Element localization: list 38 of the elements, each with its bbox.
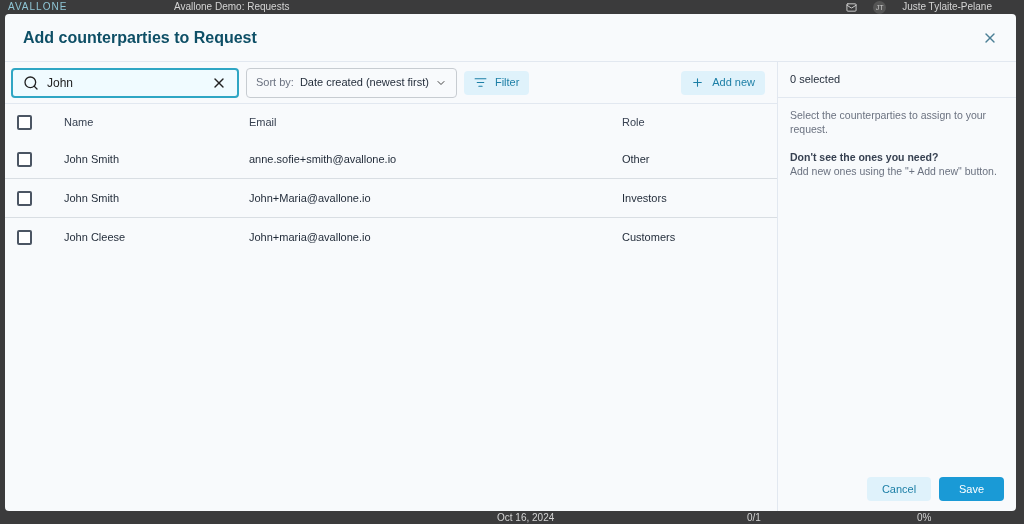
filter-icon <box>473 76 487 89</box>
page-title: Avallone Demo: Requests <box>174 2 291 12</box>
date-text: Oct 16, 2024 <box>497 512 556 523</box>
table-cell-text: John+maria@avallone.io <box>249 230 372 246</box>
save-button[interactable]: Save <box>939 477 1004 501</box>
add-new-button[interactable]: Add new <box>681 70 765 95</box>
search-box[interactable]: John <box>11 67 239 98</box>
plus-icon <box>691 76 705 89</box>
help-title: Don't see the ones you need? <box>790 150 940 164</box>
filter-button[interactable]: Filter <box>463 70 530 95</box>
logo-text: AVALLONE <box>8 2 69 12</box>
hint-text: Select the counterparties to assign to your request. <box>790 108 988 136</box>
checkbox[interactable] <box>17 230 32 245</box>
progress-count: 0/1 <box>747 512 762 523</box>
checkbox[interactable] <box>17 190 32 206</box>
column-header: Name <box>64 114 95 130</box>
percent-text: 0% <box>917 512 932 523</box>
user-name: Juste Tylaite-Pelane <box>902 2 992 12</box>
table-cell-text: anne.sofie+smith@avallone.io <box>249 151 398 167</box>
table-cell-text: Customers <box>622 230 676 246</box>
search-icon <box>23 74 39 91</box>
column-header: Email <box>249 114 278 130</box>
dialog-title: Add counterparties to Request <box>23 27 257 48</box>
cancel-button[interactable]: Cancel <box>867 477 931 501</box>
help-text: Add new ones using the "+ Add new" button. <box>790 164 998 178</box>
column-header: Role <box>622 114 645 130</box>
checkbox[interactable] <box>17 114 32 130</box>
table-cell-text: John Smith <box>64 151 121 167</box>
table-cell-text: John Smith <box>64 190 121 206</box>
table-cell-text: John+Maria@avallone.io <box>249 190 372 206</box>
table-cell-text: Other <box>622 151 650 167</box>
checkbox[interactable] <box>17 151 32 167</box>
search-input[interactable]: John <box>47 73 203 92</box>
sort-dropdown[interactable]: Sort by: Date created (newest first) <box>246 67 457 98</box>
mail-icon[interactable] <box>846 1 858 13</box>
selected-count: 0 selected <box>790 72 841 88</box>
table-cell-text: John Cleese <box>64 230 127 246</box>
table-cell-text: Investors <box>622 190 667 206</box>
